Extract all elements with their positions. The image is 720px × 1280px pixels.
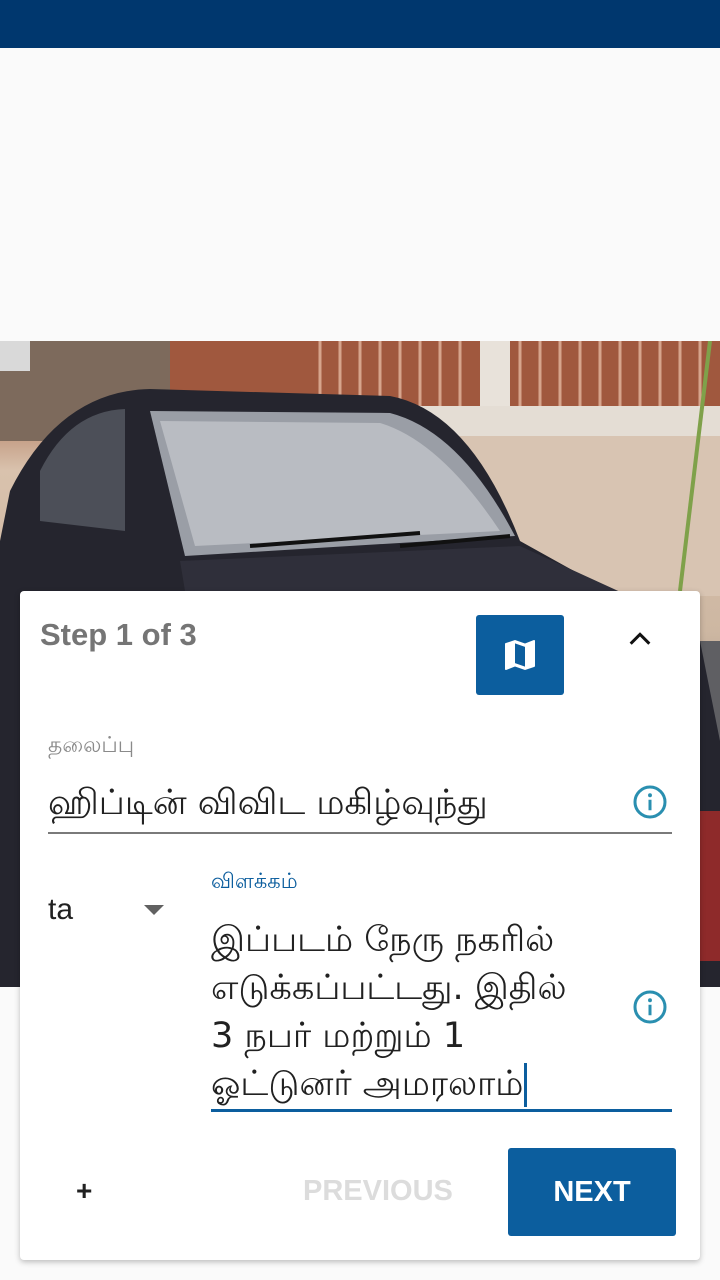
- previous-button[interactable]: PREVIOUS: [303, 1175, 453, 1208]
- status-bar: [0, 0, 720, 48]
- description-field-label: விளக்கம்: [211, 869, 298, 893]
- title-info-icon[interactable]: [632, 784, 668, 820]
- chevron-up-icon: [629, 632, 651, 645]
- description-input[interactable]: இப்படம் நேரு நகரில் எடுக்கப்பட்டது. இதில…: [211, 916, 631, 1108]
- dropdown-arrow-icon[interactable]: [144, 905, 164, 915]
- title-input[interactable]: ஹிப்டின் விவிட மகிழ்வுந்து: [48, 783, 488, 827]
- title-input-underline: [48, 832, 672, 834]
- text-cursor: [524, 1063, 528, 1107]
- description-input-underline: [211, 1109, 672, 1112]
- step-indicator: Step 1 of 3: [40, 617, 197, 652]
- map-button[interactable]: [476, 615, 564, 695]
- add-description-button[interactable]: +: [76, 1175, 92, 1207]
- next-button[interactable]: NEXT: [508, 1148, 676, 1236]
- description-text: இப்படம் நேரு நகரில் எடுக்கப்பட்டது. இதில…: [211, 920, 567, 1104]
- title-field-label: தலைப்பு: [48, 733, 135, 758]
- map-icon: [505, 640, 535, 670]
- collapse-button[interactable]: [616, 615, 664, 663]
- description-info-icon[interactable]: [632, 989, 668, 1025]
- language-select[interactable]: ta: [48, 893, 73, 927]
- upload-details-card: Step 1 of 3 தலைப்பு ஹிப்டின் விவிட மகிழ்…: [20, 591, 700, 1260]
